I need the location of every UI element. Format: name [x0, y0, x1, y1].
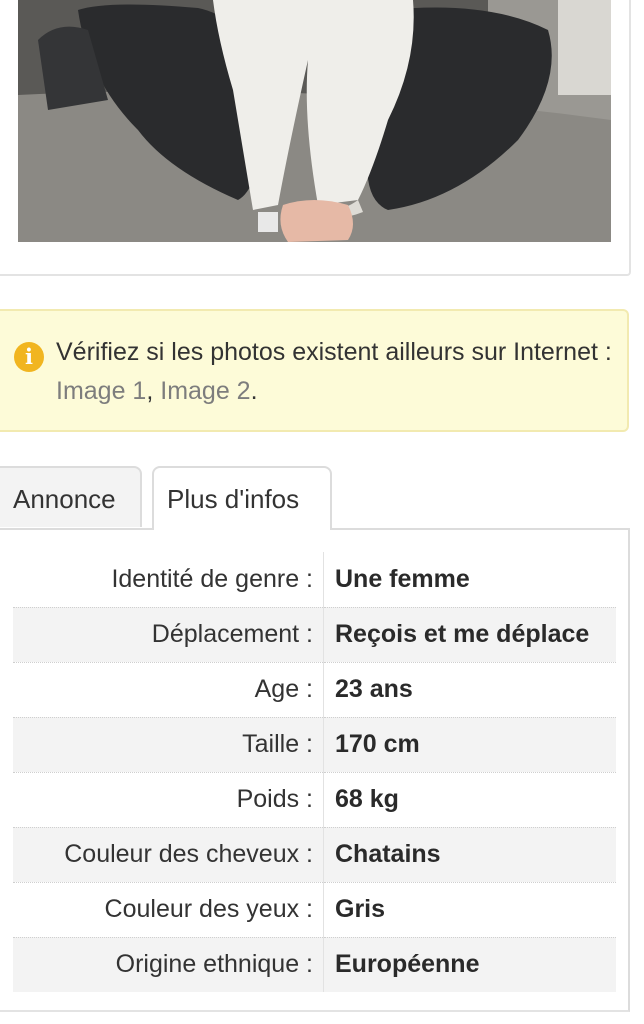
notice-text-before: Vérifiez si les photos existent ailleurs…: [56, 338, 612, 366]
detail-label: Couleur des cheveux :: [13, 826, 324, 882]
detail-label: Couleur des yeux :: [13, 881, 324, 937]
detail-label: Identité de genre :: [13, 552, 324, 607]
detail-label: Origine ethnique :: [13, 936, 324, 992]
image-1-link[interactable]: Image 1: [56, 377, 146, 405]
detail-value: 170 cm: [323, 716, 616, 772]
detail-value: Gris: [323, 881, 616, 937]
listing-page: i Vérifiez si les photos existent ailleu…: [0, 0, 644, 1024]
detail-value: 23 ans: [323, 661, 616, 717]
detail-row-age: Age : 23 ans: [13, 661, 616, 717]
detail-label: Taille :: [13, 716, 324, 772]
detail-label: Déplacement :: [13, 606, 324, 662]
detail-value: 68 kg: [323, 771, 616, 827]
tab-annonce[interactable]: Annonce: [0, 466, 142, 527]
photo-card: [0, 0, 631, 276]
details-table: Identité de genre : Une femme Déplacemen…: [13, 552, 616, 992]
photo-image: [18, 0, 611, 242]
detail-row-eye-color: Couleur des yeux : Gris: [13, 881, 616, 937]
detail-label: Age :: [13, 661, 324, 717]
detail-label: Poids :: [13, 771, 324, 827]
photo-verification-notice: i Vérifiez si les photos existent ailleu…: [0, 309, 629, 432]
notice-text: Vérifiez si les photos existent ailleurs…: [56, 333, 616, 411]
detail-row-height: Taille : 170 cm: [13, 716, 616, 772]
notice-separator: ,: [146, 377, 161, 405]
tab-plus-infos[interactable]: Plus d'infos: [152, 466, 332, 530]
listing-photo[interactable]: [18, 0, 611, 242]
notice-text-after: .: [250, 377, 258, 405]
detail-row-ethnic-origin: Origine ethnique : Européenne: [13, 936, 616, 992]
detail-value: Reçois et me déplace: [323, 606, 616, 662]
info-icon: i: [14, 342, 44, 372]
detail-row-travel: Déplacement : Reçois et me déplace: [13, 606, 616, 662]
detail-row-gender-identity: Identité de genre : Une femme: [13, 552, 616, 607]
detail-value: Européenne: [323, 936, 616, 992]
detail-value: Chatains: [323, 826, 616, 882]
detail-row-hair-color: Couleur des cheveux : Chatains: [13, 826, 616, 882]
image-2-link[interactable]: Image 2: [160, 377, 250, 405]
detail-value: Une femme: [335, 564, 470, 593]
details-panel: Identité de genre : Une femme Déplacemen…: [0, 528, 630, 1012]
detail-row-weight: Poids : 68 kg: [13, 771, 616, 827]
